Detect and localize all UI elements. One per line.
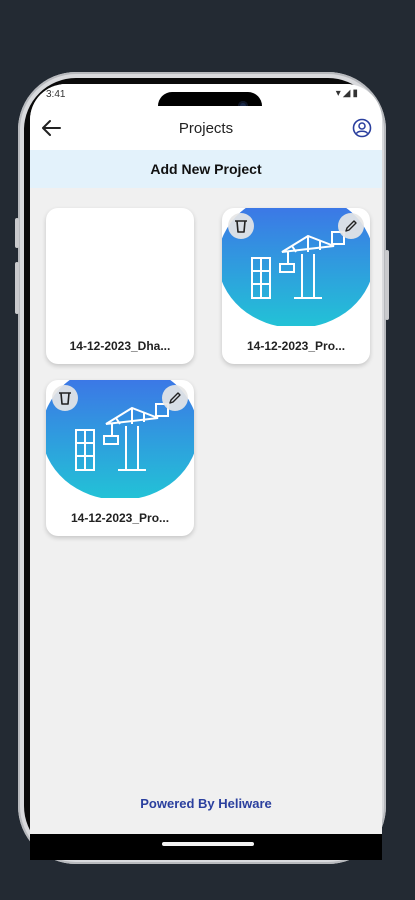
edit-button[interactable] (338, 213, 364, 239)
navigation-bar (30, 834, 382, 860)
project-name: 14-12-2023_Dha... (69, 339, 171, 353)
home-indicator[interactable] (162, 842, 254, 846)
app-screen: 3:41 ▾◢▮ Projects Add New Project 14-12-… (30, 84, 382, 834)
status-time: 3:41 (46, 89, 66, 100)
project-name: 14-12-2023_Pro... (70, 511, 170, 525)
project-card[interactable]: 14-12-2023_Pro... (222, 208, 370, 364)
volume-button (15, 218, 19, 248)
trash-icon (59, 392, 71, 405)
project-card[interactable]: 14-12-2023_Dha... (46, 208, 194, 364)
user-circle-icon[interactable] (352, 118, 372, 138)
pencil-icon (345, 220, 357, 232)
power-button (385, 250, 389, 320)
status-indicators: ▾◢▮ (335, 88, 360, 99)
project-card[interactable]: 14-12-2023_Pro... (46, 380, 194, 536)
app-bar: Projects (30, 106, 382, 150)
delete-button[interactable] (52, 385, 78, 411)
project-name: 14-12-2023_Pro... (246, 339, 346, 353)
volume-button (15, 262, 19, 314)
edit-button[interactable] (162, 385, 188, 411)
trash-icon (235, 220, 247, 233)
delete-button[interactable] (228, 213, 254, 239)
pencil-icon (169, 392, 181, 404)
powered-by-footer: Powered By Heliware (140, 796, 272, 811)
page-title: Projects (178, 120, 234, 137)
add-new-project-button[interactable]: Add New Project (30, 150, 382, 188)
